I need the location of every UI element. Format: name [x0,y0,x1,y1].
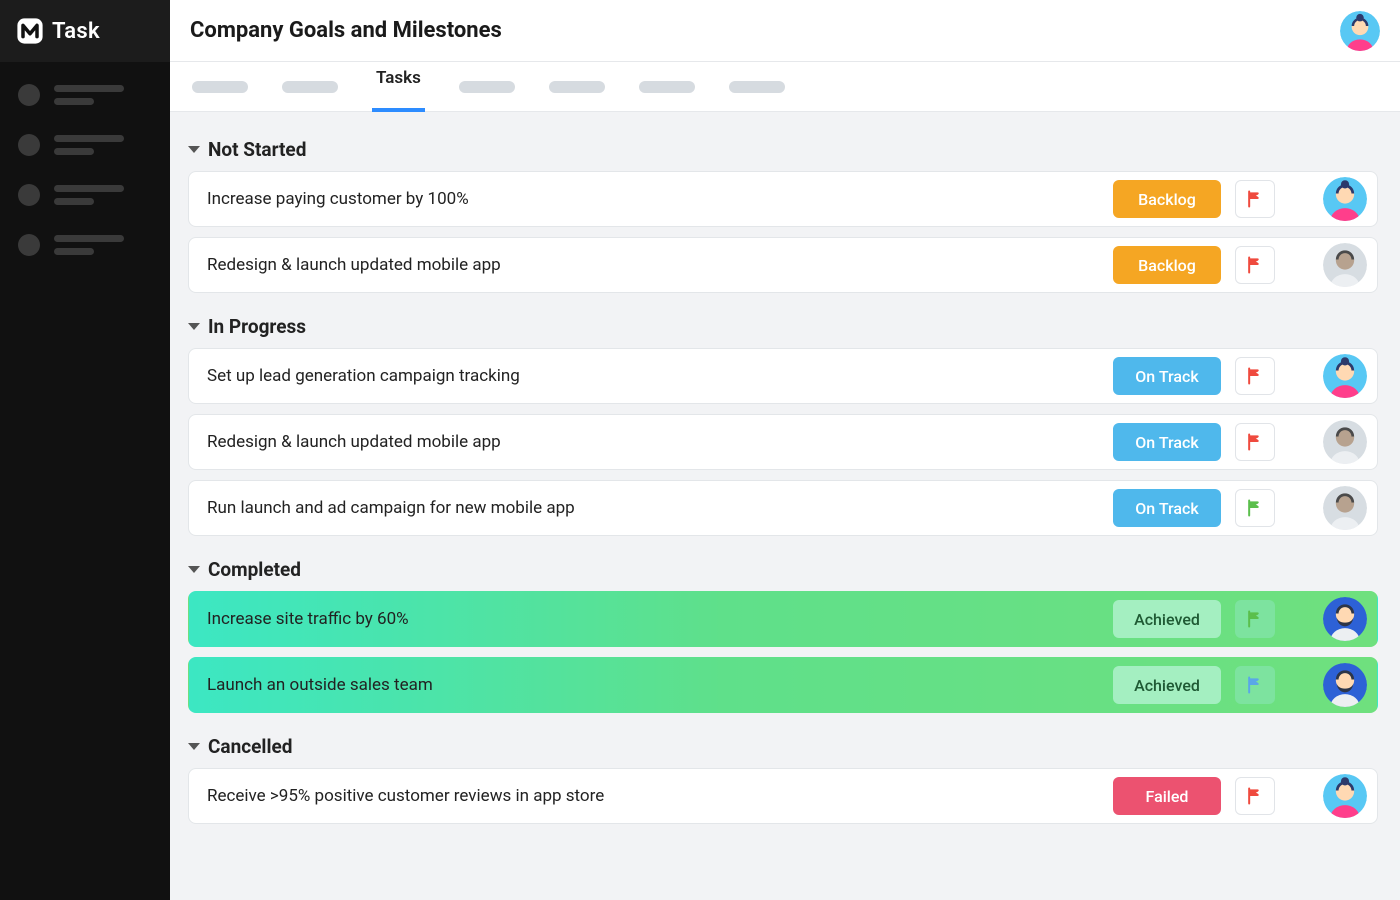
sidebar-item-placeholder[interactable] [18,234,152,256]
status-badge[interactable]: On Track [1113,357,1221,395]
sidebar-nav [0,62,170,278]
nav-item-text-placeholder [54,235,124,255]
status-badge[interactable]: Achieved [1113,600,1221,638]
tab-placeholder[interactable] [639,81,695,93]
task-row[interactable]: Increase site traffic by 60% Achieved [188,591,1378,647]
flag-icon [1245,498,1265,518]
status-badge[interactable]: On Track [1113,489,1221,527]
sidebar-item-placeholder[interactable] [18,184,152,206]
task-list: Increase site traffic by 60% Achieved Lau… [184,591,1378,713]
group-title: Not Started [208,138,306,161]
main-column: Company Goals and Milestones Tasks Not S… [170,0,1400,900]
chevron-down-icon [188,566,200,573]
tab-tasks[interactable]: Tasks [372,62,425,112]
tab-placeholder[interactable] [459,81,515,93]
app-name: Task [52,19,100,44]
nav-item-text-placeholder [54,135,124,155]
task-title: Run launch and ad campaign for new mobil… [207,498,1099,518]
nav-bullet-icon [18,184,40,206]
task-title: Redesign & launch updated mobile app [207,255,1099,275]
view-tabs: Tasks [170,62,1400,112]
task-group-completed: Completed Increase site traffic by 60% Ach… [184,554,1378,713]
status-badge[interactable]: Backlog [1113,246,1221,284]
task-list: Receive >95% positive customer reviews i… [184,768,1378,824]
priority-flag[interactable] [1235,423,1275,461]
task-group-not-started: Not Started Increase paying customer by 1… [184,134,1378,293]
priority-flag[interactable] [1235,180,1275,218]
task-list: Increase paying customer by 100%Backlog … [184,171,1378,293]
assignee-avatar[interactable] [1323,486,1367,530]
flag-icon [1245,609,1265,629]
assignee-avatar[interactable] [1323,597,1367,641]
assignee-avatar[interactable] [1323,243,1367,287]
status-badge[interactable]: Achieved [1113,666,1221,704]
task-row[interactable]: Run launch and ad campaign for new mobil… [188,480,1378,536]
chevron-down-icon [188,146,200,153]
task-board: Not Started Increase paying customer by 1… [170,112,1400,900]
tab-placeholder[interactable] [549,81,605,93]
assignee-avatar[interactable] [1323,177,1367,221]
task-title: Redesign & launch updated mobile app [207,432,1099,452]
nav-bullet-icon [18,84,40,106]
flag-icon [1245,432,1265,452]
task-group-in-progress: In Progress Set up lead generation campai… [184,311,1378,536]
chevron-down-icon [188,323,200,330]
logo-icon [16,17,44,45]
task-title: Set up lead generation campaign tracking [207,366,1099,386]
group-title: Completed [208,558,301,581]
task-row[interactable]: Redesign & launch updated mobile app Back… [188,237,1378,293]
nav-bullet-icon [18,234,40,256]
task-row[interactable]: Set up lead generation campaign tracking… [188,348,1378,404]
priority-flag[interactable] [1235,246,1275,284]
status-badge[interactable]: Backlog [1113,180,1221,218]
task-title: Increase site traffic by 60% [207,609,1099,629]
sidebar-item-placeholder[interactable] [18,134,152,156]
group-header[interactable]: Cancelled [184,731,1378,768]
task-row[interactable]: Increase paying customer by 100% Backlog [188,171,1378,227]
sidebar: Task [0,0,170,900]
task-group-cancelled: Cancelled Receive >95% positive customer … [184,731,1378,824]
flag-icon [1245,675,1265,695]
status-badge[interactable]: Failed [1113,777,1221,815]
task-row[interactable]: Redesign & launch updated mobile app On T… [188,414,1378,470]
sidebar-brand[interactable]: Task [0,0,170,62]
task-title: Launch an outside sales team [207,675,1099,695]
nav-bullet-icon [18,134,40,156]
assignee-avatar[interactable] [1323,420,1367,464]
priority-flag[interactable] [1235,666,1275,704]
task-row[interactable]: Launch an outside sales team Achieved [188,657,1378,713]
priority-flag[interactable] [1235,600,1275,638]
page-header: Company Goals and Milestones [170,0,1400,62]
flag-icon [1245,255,1265,275]
chevron-down-icon [188,743,200,750]
app-root: Task Company Goals and Miles [0,0,1400,900]
task-row[interactable]: Receive >95% positive customer reviews i… [188,768,1378,824]
status-badge[interactable]: On Track [1113,423,1221,461]
priority-flag[interactable] [1235,489,1275,527]
page-title: Company Goals and Milestones [190,18,1340,43]
group-header[interactable]: In Progress [184,311,1378,348]
priority-flag[interactable] [1235,357,1275,395]
flag-icon [1245,189,1265,209]
flag-icon [1245,786,1265,806]
tab-placeholder[interactable] [282,81,338,93]
sidebar-item-placeholder[interactable] [18,84,152,106]
current-user-avatar[interactable] [1340,11,1380,51]
task-title: Receive >95% positive customer reviews i… [207,786,1099,806]
group-title: Cancelled [208,735,292,758]
task-list: Set up lead generation campaign tracking… [184,348,1378,536]
group-title: In Progress [208,315,306,338]
tab-placeholder[interactable] [729,81,785,93]
task-title: Increase paying customer by 100% [207,189,1099,209]
priority-flag[interactable] [1235,777,1275,815]
nav-item-text-placeholder [54,185,124,205]
assignee-avatar[interactable] [1323,774,1367,818]
flag-icon [1245,366,1265,386]
group-header[interactable]: Not Started [184,134,1378,171]
nav-item-text-placeholder [54,85,124,105]
tab-placeholder[interactable] [192,81,248,93]
group-header[interactable]: Completed [184,554,1378,591]
assignee-avatar[interactable] [1323,354,1367,398]
assignee-avatar[interactable] [1323,663,1367,707]
